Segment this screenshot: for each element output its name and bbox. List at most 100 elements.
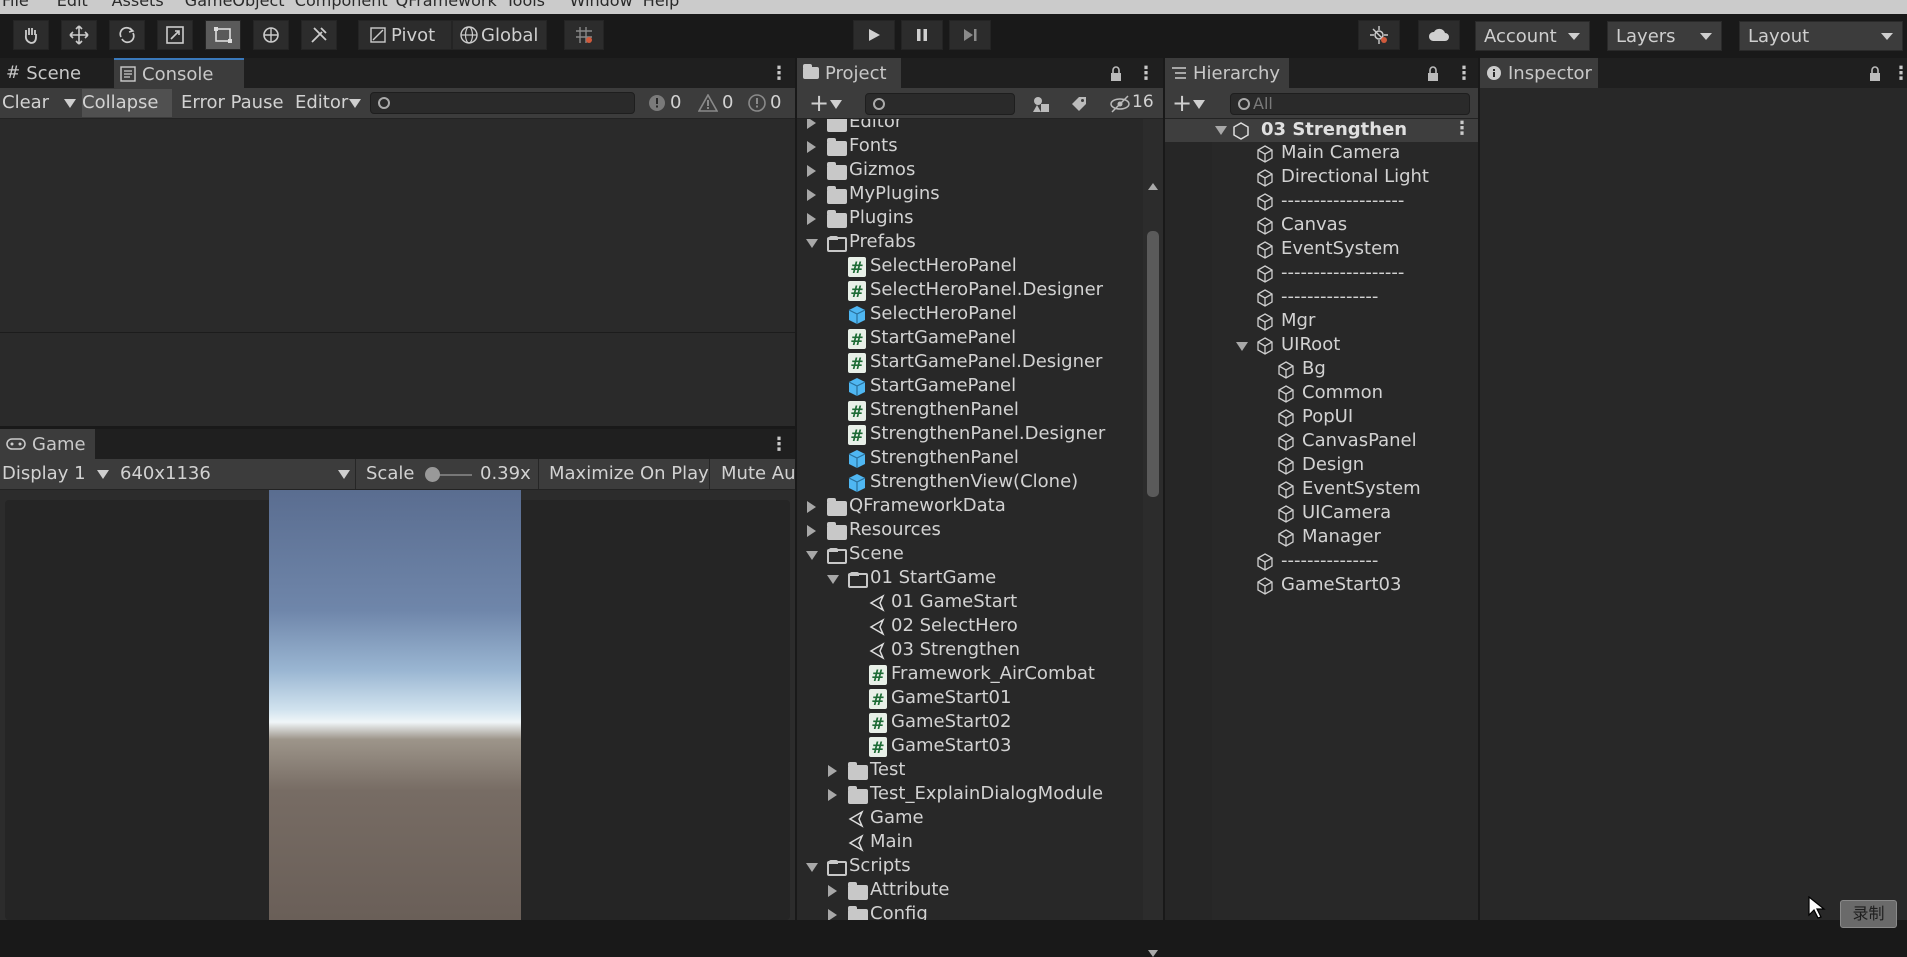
project-scroll-thumb[interactable]: [1147, 231, 1159, 497]
project-row[interactable]: StrengthenView(Clone): [797, 471, 1143, 495]
menu-item-help[interactable]: Help: [643, 0, 679, 10]
log-info-icon[interactable]: [648, 94, 666, 112]
project-row[interactable]: Game: [797, 807, 1143, 831]
clear-button[interactable]: Clear: [2, 92, 49, 113]
scroll-down-icon[interactable]: [1148, 950, 1158, 957]
project-row[interactable]: # StrengthenPanel.Designer: [797, 423, 1143, 447]
project-row[interactable]: Scene: [797, 543, 1143, 567]
collapse-arrow-icon[interactable]: [806, 551, 818, 560]
expand-arrow-icon[interactable]: [807, 213, 816, 225]
expand-arrow-icon[interactable]: [828, 789, 837, 801]
error-pause-toggle[interactable]: Error Pause: [181, 92, 284, 113]
expand-arrow-icon[interactable]: [807, 501, 816, 513]
menu-item-component[interactable]: Component: [295, 0, 388, 10]
rotate-tool-button[interactable]: [109, 20, 145, 50]
project-row[interactable]: # StrengthenPanel: [797, 399, 1143, 423]
collapse-toggle[interactable]: Collapse: [82, 89, 172, 117]
expand-arrow-icon[interactable]: [807, 189, 816, 201]
menu-item-window[interactable]: Window: [570, 0, 633, 10]
expand-arrow-icon[interactable]: [807, 119, 816, 129]
project-tree[interactable]: Editor Fonts Gizmos MyPlugins Plugins Prefabs…: [797, 119, 1143, 920]
more-options-icon[interactable]: ⋮: [1453, 118, 1471, 139]
lock-icon[interactable]: [1426, 66, 1440, 82]
hierarchy-row[interactable]: GameStart03: [1165, 574, 1478, 598]
menu-item-gameobject[interactable]: GameObject: [185, 0, 285, 10]
expand-arrow-icon[interactable]: [807, 165, 816, 177]
project-row[interactable]: QFrameworkData: [797, 495, 1143, 519]
hierarchy-row[interactable]: ---------------: [1165, 550, 1478, 574]
custom-tool-button[interactable]: [301, 20, 337, 50]
layout-dropdown[interactable]: Layout: [1739, 21, 1903, 51]
menu-item-edit[interactable]: Edit: [57, 0, 88, 10]
add-icon[interactable]: +: [809, 89, 829, 117]
account-dropdown[interactable]: Account: [1475, 21, 1590, 51]
project-row[interactable]: # GameStart01: [797, 687, 1143, 711]
tab-console[interactable]: Console: [114, 58, 244, 88]
scroll-up-icon[interactable]: [1148, 183, 1158, 190]
hierarchy-row[interactable]: Design: [1165, 454, 1478, 478]
hierarchy-row[interactable]: Bg: [1165, 358, 1478, 382]
project-row[interactable]: Fonts: [797, 135, 1143, 159]
expand-arrow-icon[interactable]: [1215, 126, 1227, 135]
project-row[interactable]: 03 Strengthen: [797, 639, 1143, 663]
hierarchy-row[interactable]: Mgr: [1165, 310, 1478, 334]
hierarchy-row[interactable]: Directional Light: [1165, 166, 1478, 190]
chevron-down-icon[interactable]: [64, 99, 76, 108]
hierarchy-row[interactable]: Canvas: [1165, 214, 1478, 238]
project-row[interactable]: Main: [797, 831, 1143, 855]
play-button[interactable]: [853, 20, 895, 50]
lock-icon[interactable]: [1868, 66, 1882, 82]
hierarchy-row[interactable]: EventSystem: [1165, 238, 1478, 262]
project-row[interactable]: SelectHeroPanel: [797, 303, 1143, 327]
collapse-arrow-icon[interactable]: [806, 863, 818, 872]
project-row[interactable]: Test_ExplainDialogModule: [797, 783, 1143, 807]
project-row[interactable]: 01 StartGame: [797, 567, 1143, 591]
more-options-icon[interactable]: ⋮: [770, 434, 788, 455]
chevron-down-icon[interactable]: [1193, 100, 1205, 109]
more-options-icon[interactable]: ⋮: [1455, 63, 1473, 84]
console-search-input[interactable]: [370, 92, 635, 114]
project-row[interactable]: Attribute: [797, 879, 1143, 903]
lock-icon[interactable]: [1109, 66, 1123, 82]
project-row[interactable]: MyPlugins: [797, 183, 1143, 207]
hierarchy-row[interactable]: ---------------: [1165, 286, 1478, 310]
project-row[interactable]: # StartGamePanel: [797, 327, 1143, 351]
hierarchy-row[interactable]: -------------------: [1165, 190, 1478, 214]
editor-dropdown[interactable]: Editor: [295, 92, 348, 113]
hierarchy-row[interactable]: UIRoot: [1165, 334, 1478, 358]
global-toggle[interactable]: Global: [452, 20, 547, 50]
display-dropdown[interactable]: Display 1: [2, 463, 86, 484]
menu-item-tools[interactable]: Tools: [506, 0, 545, 10]
grid-snap-button[interactable]: [564, 20, 604, 50]
hierarchy-row[interactable]: EventSystem: [1165, 478, 1478, 502]
project-row[interactable]: # GameStart03: [797, 735, 1143, 759]
tab-inspector[interactable]: Inspector: [1480, 58, 1598, 88]
scene-header-row[interactable]: 03 Strengthen ⋮: [1165, 118, 1478, 142]
project-row[interactable]: # SelectHeroPanel: [797, 255, 1143, 279]
project-row[interactable]: Test: [797, 759, 1143, 783]
record-button[interactable]: 录制: [1840, 900, 1897, 928]
maximize-on-play-toggle[interactable]: Maximize On Play: [549, 463, 709, 484]
warning-icon[interactable]: [698, 94, 718, 112]
chevron-down-icon[interactable]: [830, 100, 842, 109]
tab-hierarchy[interactable]: Hierarchy: [1165, 58, 1289, 88]
project-row[interactable]: 01 GameStart: [797, 591, 1143, 615]
collapse-arrow-icon[interactable]: [806, 239, 818, 248]
transform-tool-button[interactable]: [253, 20, 289, 50]
cloud-button[interactable]: [1418, 20, 1460, 50]
hierarchy-row[interactable]: UICamera: [1165, 502, 1478, 526]
project-row[interactable]: Plugins: [797, 207, 1143, 231]
menu-item-qframework[interactable]: QFramework: [396, 0, 497, 10]
expand-arrow-icon[interactable]: [828, 765, 837, 777]
collab-button[interactable]: [1358, 20, 1400, 50]
hierarchy-row[interactable]: -------------------: [1165, 262, 1478, 286]
hand-tool-button[interactable]: [13, 20, 49, 50]
hierarchy-search-input[interactable]: All: [1230, 93, 1470, 115]
project-row[interactable]: Prefabs: [797, 231, 1143, 255]
rect-tool-button[interactable]: [205, 20, 241, 50]
more-options-icon[interactable]: ⋮: [770, 63, 788, 84]
pivot-toggle[interactable]: Pivot: [358, 20, 452, 50]
error-icon[interactable]: [748, 94, 766, 112]
filter-by-type-icon[interactable]: [1032, 95, 1050, 113]
project-row[interactable]: # SelectHeroPanel.Designer: [797, 279, 1143, 303]
